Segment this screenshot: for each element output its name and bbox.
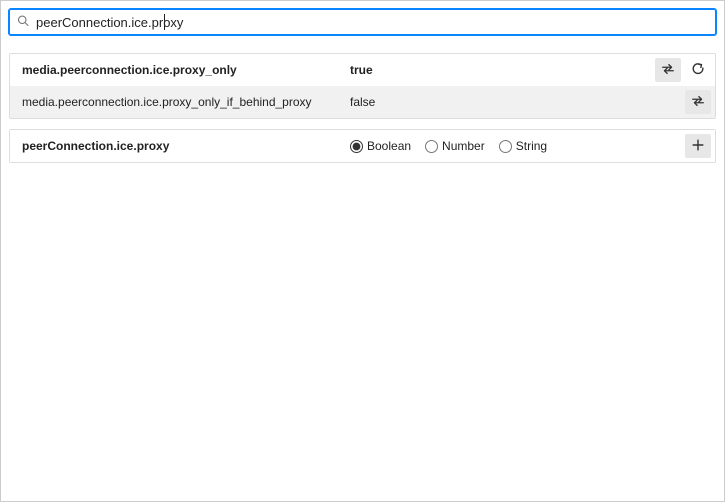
add-button[interactable] [685, 134, 711, 158]
pref-name: media.peerconnection.ice.proxy_only_if_b… [10, 95, 350, 109]
type-label: String [516, 139, 547, 153]
search-input[interactable] [9, 9, 716, 35]
reset-icon [691, 62, 705, 79]
type-label: Boolean [367, 139, 411, 153]
radio-number[interactable] [425, 140, 438, 153]
pref-value: true [350, 63, 645, 77]
toggle-button[interactable] [685, 90, 711, 114]
toggle-icon [661, 62, 675, 79]
new-pref-row: peerConnection.ice.proxy Boolean Number … [9, 129, 716, 163]
radio-string[interactable] [499, 140, 512, 153]
radio-boolean[interactable] [350, 140, 363, 153]
type-label: Number [442, 139, 485, 153]
type-option-boolean[interactable]: Boolean [350, 139, 411, 153]
type-radio-group: Boolean Number String [350, 139, 645, 153]
pref-row: media.peerconnection.ice.proxy_only true [10, 54, 715, 86]
toggle-icon [691, 94, 705, 111]
pref-list: media.peerconnection.ice.proxy_only true [9, 53, 716, 119]
pref-row: media.peerconnection.ice.proxy_only_if_b… [10, 86, 715, 118]
toggle-button[interactable] [655, 58, 681, 82]
pref-name: media.peerconnection.ice.proxy_only [10, 63, 350, 77]
reset-button[interactable] [685, 58, 711, 82]
search-bar [9, 9, 716, 35]
plus-icon [691, 138, 705, 155]
pref-value: false [350, 95, 645, 109]
type-option-number[interactable]: Number [425, 139, 485, 153]
type-option-string[interactable]: String [499, 139, 547, 153]
new-pref-name: peerConnection.ice.proxy [10, 139, 350, 153]
